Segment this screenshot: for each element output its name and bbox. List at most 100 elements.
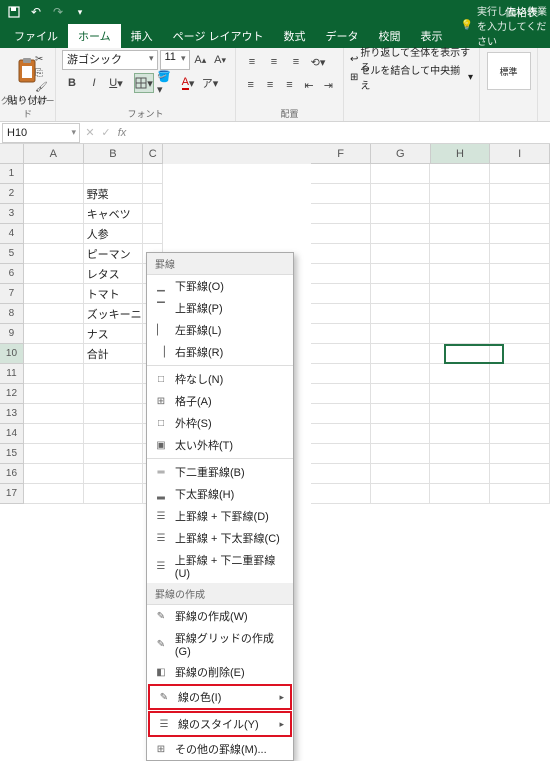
cell[interactable] — [430, 484, 490, 504]
menu-top-thickbot[interactable]: ☰上罫線 + 下太罫線(C) — [147, 527, 293, 549]
cell[interactable] — [163, 224, 310, 244]
col-a[interactable]: A — [24, 144, 84, 164]
indent-inc-icon[interactable]: ⇥ — [320, 75, 337, 95]
cell[interactable] — [490, 264, 550, 284]
menu-line-color[interactable]: ✎線の色(I)▸ — [150, 686, 290, 708]
cell[interactable] — [311, 204, 371, 224]
row-header-15[interactable]: 15 — [0, 444, 24, 464]
cell[interactable] — [163, 184, 310, 204]
bold-button[interactable]: B — [62, 73, 82, 93]
cell[interactable] — [371, 244, 431, 264]
cell[interactable] — [311, 224, 371, 244]
cell[interactable] — [311, 324, 371, 344]
cell[interactable]: キャベツ — [84, 204, 144, 224]
cell[interactable] — [84, 164, 144, 184]
cell[interactable] — [84, 424, 144, 444]
font-color-icon[interactable]: A▾ — [178, 73, 198, 93]
cell[interactable] — [490, 164, 550, 184]
font-name-select[interactable]: 游ゴシック — [62, 50, 158, 70]
grow-font-icon[interactable]: A▴ — [192, 50, 210, 70]
redo-icon[interactable]: ↷ — [48, 2, 68, 22]
shrink-font-icon[interactable]: A▾ — [211, 50, 229, 70]
row-header-13[interactable]: 13 — [0, 404, 24, 424]
qat-dropdown-icon[interactable]: ▾ — [70, 2, 90, 22]
cell[interactable] — [490, 324, 550, 344]
align-center-icon[interactable]: ≡ — [261, 75, 278, 95]
cell[interactable] — [430, 244, 490, 264]
cell[interactable] — [430, 264, 490, 284]
row-header-11[interactable]: 11 — [0, 364, 24, 384]
borders-button[interactable]: ▾ — [134, 73, 154, 93]
cell[interactable] — [311, 244, 371, 264]
cell[interactable] — [84, 404, 144, 424]
cell[interactable] — [490, 204, 550, 224]
row-header-8[interactable]: 8 — [0, 304, 24, 324]
cell[interactable] — [311, 444, 371, 464]
menu-draw-grid[interactable]: ✎罫線グリッドの作成(G) — [147, 627, 293, 661]
cut-icon[interactable]: ✂ — [35, 54, 49, 66]
cell[interactable] — [24, 264, 84, 284]
menu-right-border[interactable]: ▕右罫線(R) — [147, 341, 293, 363]
menu-top-border[interactable]: ▔上罫線(P) — [147, 297, 293, 319]
cell[interactable]: 人参 — [84, 224, 144, 244]
tell-me[interactable]: 💡実行したい作業を入力してください — [461, 3, 550, 48]
cell[interactable] — [311, 404, 371, 424]
cell[interactable] — [430, 204, 490, 224]
cell[interactable] — [143, 224, 163, 244]
col-i[interactable]: I — [490, 144, 550, 164]
cell[interactable] — [311, 264, 371, 284]
cell[interactable] — [490, 484, 550, 504]
cell[interactable] — [24, 384, 84, 404]
cell[interactable] — [430, 424, 490, 444]
cell[interactable] — [430, 444, 490, 464]
cell[interactable] — [371, 204, 431, 224]
menu-erase-border[interactable]: ◧罫線の削除(E) — [147, 661, 293, 683]
cell[interactable] — [490, 384, 550, 404]
cell[interactable] — [490, 244, 550, 264]
cell[interactable] — [24, 344, 84, 364]
cell[interactable] — [371, 344, 431, 364]
cell[interactable] — [430, 464, 490, 484]
cell[interactable] — [371, 484, 431, 504]
cell[interactable] — [24, 164, 84, 184]
cell[interactable] — [371, 304, 431, 324]
cell[interactable] — [490, 424, 550, 444]
tab-formulas[interactable]: 数式 — [274, 24, 316, 48]
row-header-5[interactable]: 5 — [0, 244, 24, 264]
cell[interactable] — [24, 324, 84, 344]
menu-outer-border[interactable]: □外枠(S) — [147, 412, 293, 434]
cell[interactable]: レタス — [84, 264, 144, 284]
select-all[interactable] — [0, 144, 24, 164]
cell[interactable] — [371, 184, 431, 204]
col-g[interactable]: G — [371, 144, 431, 164]
orientation-icon[interactable]: ⟲▾ — [308, 52, 328, 72]
font-size-select[interactable]: 11 — [160, 50, 190, 70]
cell[interactable] — [490, 364, 550, 384]
menu-dbl-bottom[interactable]: ═下二重罫線(B) — [147, 461, 293, 483]
cell[interactable] — [143, 164, 163, 184]
cell[interactable] — [430, 304, 490, 324]
menu-top-bottom[interactable]: ☰上罫線 + 下罫線(D) — [147, 505, 293, 527]
cell[interactable] — [371, 284, 431, 304]
menu-line-style[interactable]: ☰線のスタイル(Y)▸ — [150, 713, 290, 735]
row-header-17[interactable]: 17 — [0, 484, 24, 504]
row-header-10[interactable]: 10 — [0, 344, 24, 364]
underline-button[interactable]: U▾ — [106, 73, 126, 93]
menu-left-border[interactable]: ▏左罫線(L) — [147, 319, 293, 341]
cell[interactable] — [490, 224, 550, 244]
cell[interactable] — [311, 424, 371, 444]
indent-dec-icon[interactable]: ⇤ — [300, 75, 317, 95]
number-format[interactable]: 標準 — [487, 52, 531, 90]
row-header-9[interactable]: 9 — [0, 324, 24, 344]
menu-more-borders[interactable]: ⊞その他の罫線(M)... — [147, 738, 293, 760]
menu-draw-border[interactable]: ✎罫線の作成(W) — [147, 605, 293, 627]
cell[interactable] — [311, 344, 371, 364]
menu-all-border[interactable]: ⊞格子(A) — [147, 390, 293, 412]
row-header-4[interactable]: 4 — [0, 224, 24, 244]
copy-icon[interactable]: ⎘ — [35, 68, 49, 80]
cell[interactable] — [24, 484, 84, 504]
align-mid-icon[interactable]: ≡ — [264, 52, 284, 72]
cell[interactable] — [371, 424, 431, 444]
cell[interactable]: ナス — [84, 324, 144, 344]
cell[interactable] — [430, 344, 490, 364]
